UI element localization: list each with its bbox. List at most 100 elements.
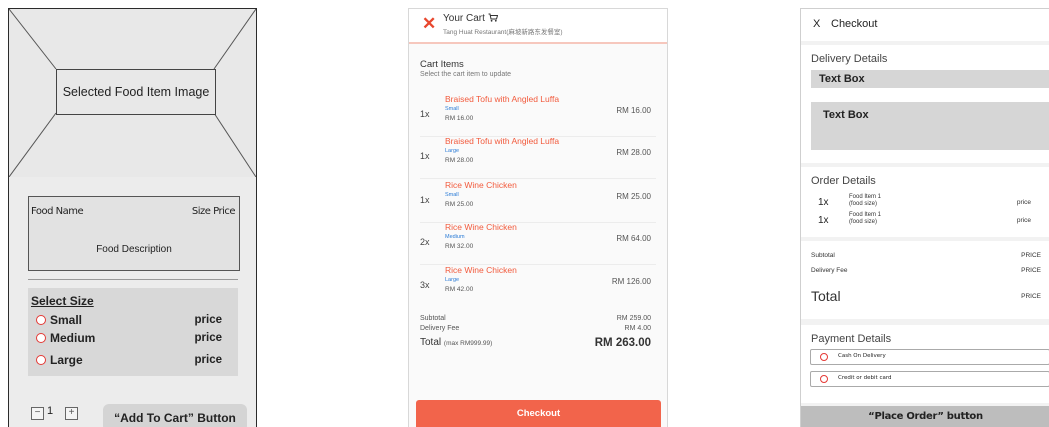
item-quantity: 2x — [420, 237, 430, 247]
delivery-text-box-1[interactable]: Text Box — [811, 70, 1049, 88]
delivery-fee-label: Delivery Fee — [811, 267, 848, 274]
image-placeholder-label: Selected Food Item Image — [56, 69, 216, 115]
item-total-price: RM 28.00 — [616, 148, 651, 157]
minus-box-icon[interactable]: − — [31, 407, 44, 420]
size-label: Large — [50, 353, 83, 367]
item-name: Rice Wine Chicken — [445, 265, 517, 275]
item-size: Large — [445, 277, 460, 283]
cart-item[interactable]: 1x Braised Tofu with Angled Luffa Small … — [420, 94, 656, 137]
item-size: Medium — [445, 234, 465, 240]
cart-item[interactable]: 1x Braised Tofu with Angled Luffa Large … — [420, 136, 656, 179]
item-size: Small — [445, 106, 459, 112]
order-item-title: Food Item 1 — [849, 194, 882, 200]
subtotal-row: Subtotal RM 259.00 — [420, 315, 656, 322]
item-name: Braised Tofu with Angled Luffa — [445, 94, 560, 104]
subtotal-label: Subtotal — [811, 252, 835, 259]
food-description-box: Food Description — [28, 228, 240, 271]
radio-icon[interactable] — [820, 375, 828, 383]
delivery-details-title: Delivery Details — [811, 53, 888, 65]
item-total-price: RM 126.00 — [611, 277, 651, 286]
quantity-value: 1 — [47, 405, 54, 417]
total-label: Total — [420, 337, 442, 348]
size-label: Small — [50, 313, 83, 327]
order-item: 1x Food Item 1 (food size) price — [818, 194, 1043, 211]
cart-items-subtitle: Select the cart item to update — [420, 71, 512, 78]
radio-icon[interactable] — [820, 353, 828, 361]
close-icon[interactable]: X — [813, 18, 820, 30]
item-unit-price: RM 16.00 — [445, 115, 474, 122]
item-size: Large — [445, 148, 460, 154]
size-price: price — [194, 354, 223, 366]
cart-item[interactable]: 2x Rice Wine Chicken Medium RM 32.00 RM … — [420, 222, 656, 265]
order-item-price: price — [1016, 217, 1031, 224]
item-name: Rice Wine Chicken — [445, 222, 517, 232]
plus-box-icon[interactable]: + — [65, 407, 78, 420]
size-option-small[interactable]: Small price — [36, 313, 232, 329]
order-item-quantity: 1x — [818, 197, 829, 208]
payment-option-card[interactable]: Credit or debit card — [810, 371, 1049, 387]
divider — [28, 279, 238, 280]
payment-details-title: Payment Details — [811, 333, 892, 345]
delivery-fee-row: Delivery Fee PRICE — [811, 267, 1045, 274]
checkout-header: X Checkout — [801, 9, 1049, 41]
order-item-quantity: 1x — [818, 215, 829, 226]
size-option-medium[interactable]: Medium price — [36, 331, 232, 347]
cart-title: Your Cart — [443, 13, 498, 24]
subtotal-label: Subtotal — [420, 315, 446, 322]
size-price: price — [194, 314, 223, 326]
payment-option-label: Credit or debit card — [838, 375, 892, 381]
size-price: price — [194, 332, 223, 344]
cart-items-title: Cart Items — [420, 59, 464, 70]
delivery-fee-value: PRICE — [1021, 267, 1041, 274]
restaurant-name: Tang Huat Restaurant(麻坡新路东发餐室) — [443, 29, 563, 36]
item-quantity: 1x — [420, 195, 430, 205]
place-order-button[interactable]: “Place Order” button — [801, 406, 1049, 427]
cart-item[interactable]: 1x Rice Wine Chicken Small RM 25.00 RM 2… — [420, 180, 656, 223]
food-item-wireframe: Selected Food Item Image Food Name Size … — [8, 8, 257, 427]
food-image-placeholder: Selected Food Item Image — [9, 9, 256, 178]
cart-screen: ✕ Your Cart Tang Huat Restaurant(麻坡新路东发餐… — [408, 8, 668, 427]
item-quantity: 1x — [420, 151, 430, 161]
select-size-panel: Select Size Small price Medium price Lar… — [28, 288, 238, 376]
item-name: Braised Tofu with Angled Luffa — [445, 136, 560, 146]
checkout-title: Checkout — [831, 18, 878, 30]
item-unit-price: RM 42.00 — [445, 286, 474, 293]
size-option-large[interactable]: Large price — [36, 353, 232, 369]
close-icon[interactable]: ✕ — [422, 14, 436, 34]
total-value: RM 263.00 — [594, 337, 651, 349]
order-item: 1x Food Item 1 (food size) price — [818, 212, 1043, 229]
cart-item[interactable]: 3x Rice Wine Chicken Large RM 42.00 RM 1… — [420, 265, 656, 307]
total-label: Total — [811, 288, 841, 304]
size-price-label: Size Price — [191, 206, 236, 217]
subtotal-value: RM 259.00 — [616, 315, 651, 322]
item-total-price: RM 25.00 — [616, 192, 651, 201]
checkout-button[interactable]: Checkout — [416, 400, 661, 427]
item-total-price: RM 64.00 — [616, 234, 651, 243]
order-item-name: Food Item 1 (food size) — [849, 212, 881, 226]
select-size-title: Select Size — [31, 294, 94, 308]
order-item-price: price — [1016, 199, 1031, 206]
radio-icon[interactable] — [36, 315, 46, 325]
total-value: PRICE — [1021, 293, 1041, 300]
order-details-title: Order Details — [811, 175, 876, 187]
order-item-title: Food Item 1 — [849, 212, 882, 218]
total-row: Total (max RM999.99) RM 263.00 — [420, 337, 656, 351]
shopping-cart-icon — [488, 13, 498, 22]
item-unit-price: RM 32.00 — [445, 243, 474, 250]
delivery-text-box-2[interactable]: Text Box — [811, 102, 1049, 150]
size-label: Medium — [50, 331, 96, 345]
add-to-cart-button[interactable]: “Add To Cart” Button — [103, 404, 247, 427]
item-quantity: 1x — [420, 109, 430, 119]
total-note: (max RM999.99) — [443, 340, 493, 347]
food-name-label: Food Name — [31, 206, 84, 217]
item-quantity: 3x — [420, 280, 430, 290]
radio-icon[interactable] — [36, 355, 46, 365]
cart-action-bar: − 1 + “Add To Cart” Button — [9, 404, 256, 427]
delivery-fee-label: Delivery Fee — [420, 325, 460, 332]
item-unit-price: RM 25.00 — [445, 201, 474, 208]
order-item-name: Food Item 1 (food size) — [849, 194, 881, 208]
delivery-fee-value: RM 4.00 — [624, 325, 651, 332]
payment-option-cash[interactable]: Cash On Delivery — [810, 349, 1049, 365]
payment-option-label: Cash On Delivery — [838, 353, 886, 359]
radio-icon[interactable] — [36, 333, 46, 343]
